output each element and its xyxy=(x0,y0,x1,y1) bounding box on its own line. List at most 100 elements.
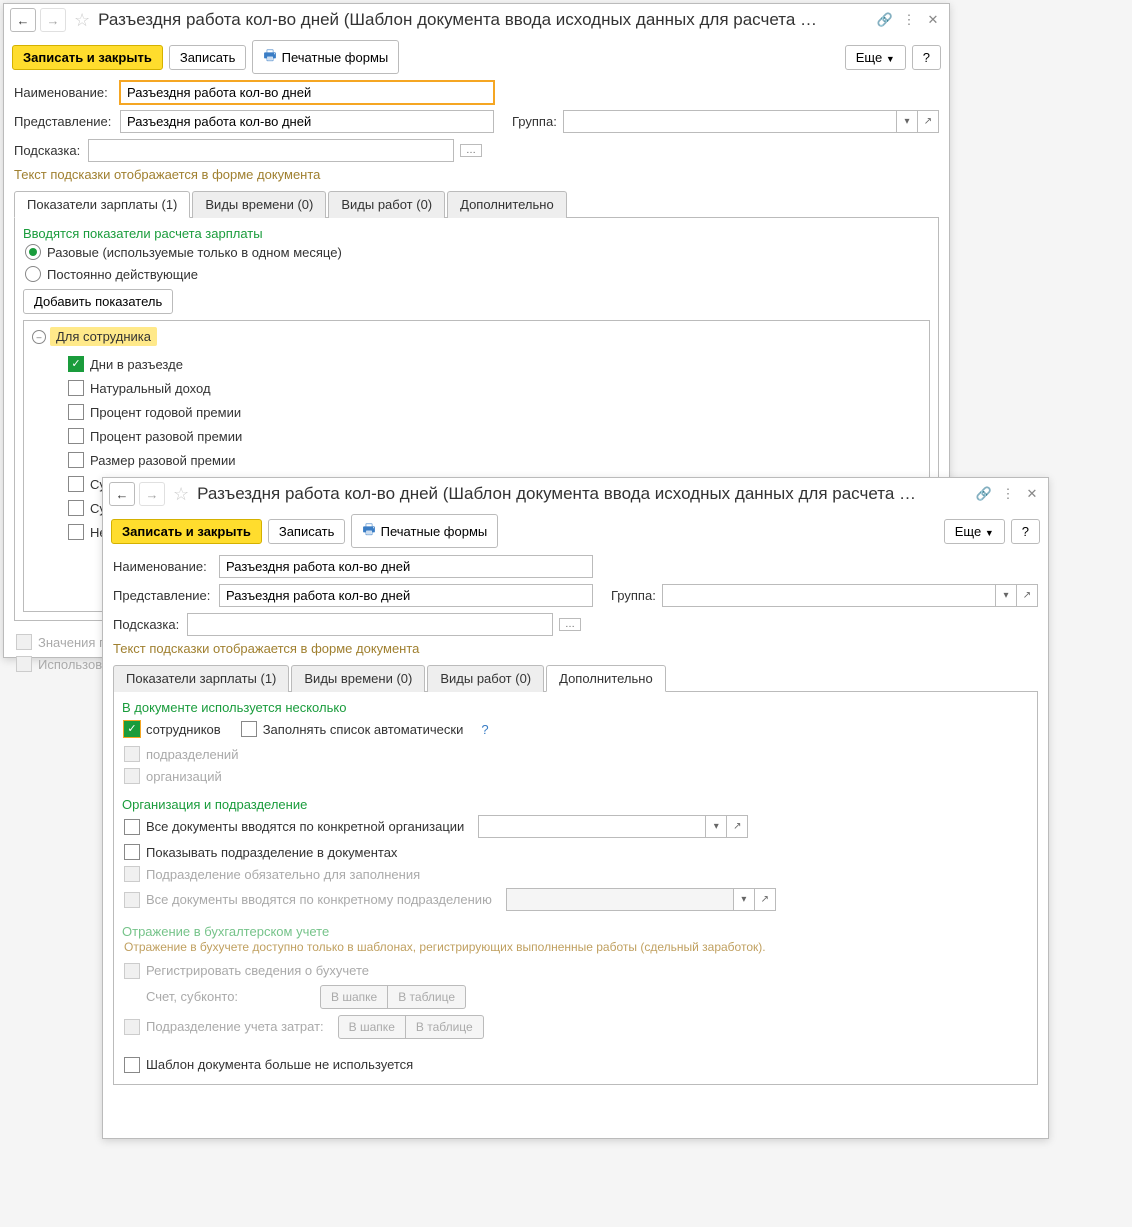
accounting-section-title: Отражение в бухгалтерском учете xyxy=(122,924,1029,939)
checkbox-icon xyxy=(124,721,140,737)
tree-item[interactable]: Натуральный доход xyxy=(24,376,929,400)
checkbox-icon[interactable] xyxy=(68,452,84,468)
all-org-checkbox[interactable]: Все документы вводятся по конкретной орг… xyxy=(122,812,1029,841)
tab-salary-indicators[interactable]: Показатели зарплаты (1) xyxy=(14,191,190,218)
checkbox-icon[interactable] xyxy=(68,404,84,420)
cost-dept-row: Подразделение учета затрат: В шапкеВ таб… xyxy=(122,1012,1029,1042)
dropdown-button[interactable]: ▾ xyxy=(706,815,727,838)
checkbox-icon[interactable] xyxy=(68,524,84,540)
hint-input[interactable] xyxy=(88,139,454,162)
register-accounting-checkbox: Регистрировать сведения о бухучете xyxy=(122,960,1029,982)
repr-input[interactable] xyxy=(120,110,494,133)
group-dropdown-button[interactable]: ▾ xyxy=(897,110,918,133)
repr-label: Представление: xyxy=(14,114,114,129)
save-close-button[interactable]: Записать и закрыть xyxy=(111,519,262,544)
use-checkbox-label: Использова xyxy=(38,657,109,672)
hint-ellipsis-button[interactable]: … xyxy=(460,144,482,157)
save-button[interactable]: Записать xyxy=(169,45,247,70)
name-input[interactable] xyxy=(219,555,593,578)
help-button[interactable]: ? xyxy=(1011,519,1040,544)
toolbar: Записать и закрыть Записать 🖶Печатные фо… xyxy=(103,510,1048,552)
titlebar: ← → ☆ Разъездня работа кол-во дней (Шабл… xyxy=(103,478,1048,510)
tab-pane: В документе используется несколько сотру… xyxy=(113,692,1038,1085)
tree-item[interactable]: Размер разовой премии xyxy=(24,448,929,472)
close-icon[interactable]: ✕ xyxy=(923,10,943,30)
nav-forward-button[interactable]: → xyxy=(139,482,165,506)
organizations-checkbox: организаций xyxy=(122,765,1029,787)
hint-input[interactable] xyxy=(187,613,553,636)
group-open-button[interactable]: ↗ xyxy=(918,110,939,133)
checkbox-icon[interactable] xyxy=(68,380,84,396)
hint-help-text: Текст подсказки отображается в форме док… xyxy=(4,165,949,186)
nav-forward-button[interactable]: → xyxy=(40,8,66,32)
tab-salary-indicators[interactable]: Показатели зарплаты (1) xyxy=(113,665,289,692)
dept-input xyxy=(506,888,734,911)
checkbox-icon[interactable] xyxy=(68,356,84,372)
more-button[interactable]: Еще ▼ xyxy=(944,519,1005,544)
show-dept-checkbox[interactable]: Показывать подразделение в документах xyxy=(122,841,1029,863)
tree-group-header[interactable]: – Для сотрудника xyxy=(24,321,929,352)
collapse-icon[interactable]: – xyxy=(32,330,46,344)
employees-checkbox[interactable]: сотрудников xyxy=(122,718,223,740)
org-dept-section-title: Организация и подразделение xyxy=(122,797,1029,812)
kebab-icon[interactable]: ⋮ xyxy=(998,484,1018,504)
departments-checkbox: подразделений xyxy=(122,743,1029,765)
checkbox-icon[interactable] xyxy=(68,476,84,492)
open-button[interactable]: ↗ xyxy=(727,815,748,838)
tab-additional[interactable]: Дополнительно xyxy=(546,665,666,692)
group-label: Группа: xyxy=(611,588,656,603)
checkbox-icon xyxy=(124,1019,140,1035)
checkbox-icon xyxy=(124,1057,140,1073)
tab-additional[interactable]: Дополнительно xyxy=(447,191,567,218)
checkbox-icon xyxy=(124,819,140,835)
checkbox-icon xyxy=(124,866,140,882)
save-close-button[interactable]: Записать и закрыть xyxy=(12,45,163,70)
kebab-icon[interactable]: ⋮ xyxy=(899,10,919,30)
print-forms-button[interactable]: 🖶Печатные формы xyxy=(252,40,399,74)
group-input[interactable] xyxy=(563,110,897,133)
group-dropdown-button[interactable]: ▾ xyxy=(996,584,1017,607)
repr-input[interactable] xyxy=(219,584,593,607)
print-forms-button[interactable]: 🖶Печатные формы xyxy=(351,514,498,548)
radio-permanent[interactable]: Постоянно действующие xyxy=(23,263,930,285)
unused-checkbox[interactable]: Шаблон документа больше не используется xyxy=(122,1054,1029,1076)
radio-icon xyxy=(25,266,41,282)
multi-section-title: В документе используется несколько xyxy=(122,700,1029,715)
name-input[interactable] xyxy=(120,81,494,104)
favorite-icon[interactable]: ☆ xyxy=(169,484,193,505)
nav-back-button[interactable]: ← xyxy=(10,8,36,32)
add-indicator-button[interactable]: Добавить показатель xyxy=(23,289,173,314)
tree-item[interactable]: Процент разовой премии xyxy=(24,424,929,448)
autofill-checkbox[interactable]: Заполнять список автоматически xyxy=(239,718,466,740)
link-icon[interactable]: 🔗 xyxy=(875,10,895,30)
account-row: Счет, субконто: В шапкеВ таблице xyxy=(122,982,1029,1012)
printer-icon: 🖶 xyxy=(263,45,276,69)
tab-work-types[interactable]: Виды работ (0) xyxy=(427,665,544,692)
dept-required-checkbox: Подразделение обязательно для заполнения xyxy=(122,863,1029,885)
tab-time-types[interactable]: Виды времени (0) xyxy=(291,665,425,692)
group-input[interactable] xyxy=(662,584,996,607)
org-input[interactable] xyxy=(478,815,706,838)
help-icon[interactable]: ? xyxy=(481,722,488,737)
nav-back-button[interactable]: ← xyxy=(109,482,135,506)
tree-item[interactable]: Процент годовой премии xyxy=(24,400,929,424)
radio-one-time[interactable]: Разовые (используемые только в одном мес… xyxy=(23,241,930,263)
accounting-hint: Отражение в бухучете доступно только в ш… xyxy=(122,939,1029,960)
tree-item[interactable]: Дни в разъезде xyxy=(24,352,929,376)
window-title: Разъездня работа кол-во дней (Шаблон док… xyxy=(197,484,970,504)
name-label: Наименование: xyxy=(113,559,213,574)
close-icon[interactable]: ✕ xyxy=(1022,484,1042,504)
link-icon[interactable]: 🔗 xyxy=(974,484,994,504)
save-button[interactable]: Записать xyxy=(268,519,346,544)
help-button[interactable]: ? xyxy=(912,45,941,70)
hint-ellipsis-button[interactable]: … xyxy=(559,618,581,631)
more-button[interactable]: Еще ▼ xyxy=(845,45,906,70)
tab-time-types[interactable]: Виды времени (0) xyxy=(192,191,326,218)
checkbox-icon[interactable] xyxy=(68,428,84,444)
window-title: Разъездня работа кол-во дней (Шаблон док… xyxy=(98,10,871,30)
checkbox-icon xyxy=(124,768,140,784)
favorite-icon[interactable]: ☆ xyxy=(70,10,94,31)
checkbox-icon[interactable] xyxy=(68,500,84,516)
tab-work-types[interactable]: Виды работ (0) xyxy=(328,191,445,218)
group-open-button[interactable]: ↗ xyxy=(1017,584,1038,607)
